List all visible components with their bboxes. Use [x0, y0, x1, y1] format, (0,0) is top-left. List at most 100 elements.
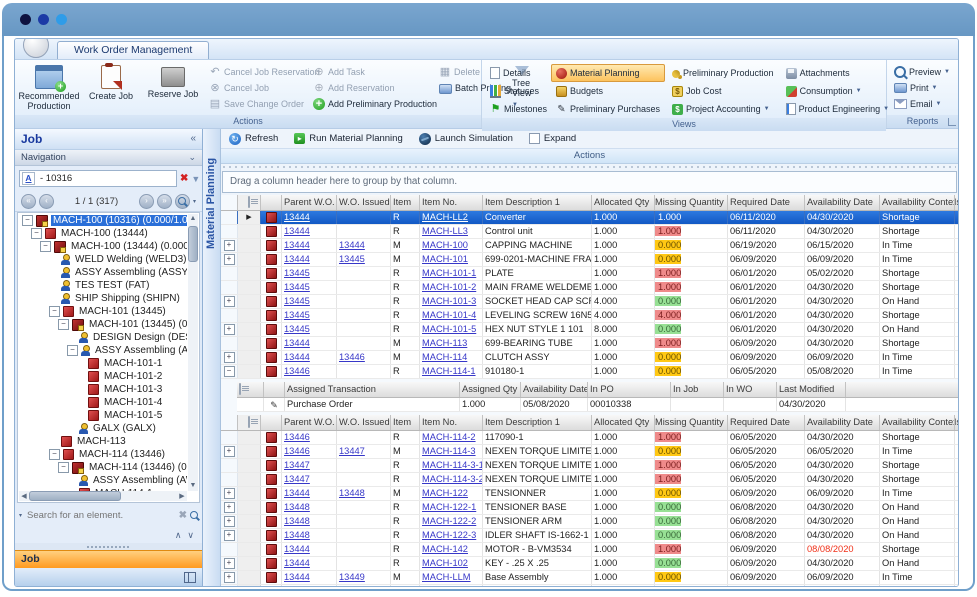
grid-row[interactable]: +1344413448MMACH-122TENSIONNER1.0000.000… — [221, 487, 958, 501]
parent-wo-link[interactable]: 13444 — [284, 240, 310, 250]
row-expander[interactable]: + — [224, 572, 235, 583]
column-header-availability-contex[interactable]: Availability Contex — [880, 195, 955, 210]
consumption-button[interactable]: Consumption▼ — [781, 82, 889, 100]
row-expander[interactable]: + — [224, 446, 235, 457]
toolbar-splitter[interactable] — [223, 165, 956, 169]
parent-wo-link[interactable]: 13444 — [284, 544, 310, 554]
parent-wo-link[interactable]: 13444 — [284, 212, 310, 222]
parent-wo-link[interactable]: 13445 — [284, 296, 310, 306]
tree-item[interactable]: −MACH-114 (13446) (0.000/1.000) — [19, 461, 187, 474]
grid-selector-icon[interactable] — [248, 416, 250, 428]
grid-row[interactable]: −13446RMACH-114-1910180-11.0000.00006/05… — [221, 365, 958, 379]
grid-row[interactable]: +13448RMACH-122-1TENSIONER BASE1.0000.00… — [221, 501, 958, 515]
attachments-button[interactable]: Attachments — [781, 64, 889, 82]
row-expander[interactable]: + — [224, 296, 235, 307]
column-header-item-no[interactable]: Item No. — [420, 415, 483, 430]
item-no-link[interactable]: MACH-101-3 — [422, 296, 476, 306]
column-header-is-preliminary[interactable]: Is Preliminary — [955, 415, 958, 430]
parent-wo-link[interactable]: 13448 — [284, 530, 310, 540]
parent-wo-link[interactable]: 13445 — [284, 324, 310, 334]
job-cost-button[interactable]: Job Cost — [667, 82, 779, 100]
column-header-in-wo[interactable]: In WO — [724, 382, 777, 397]
tree-vertical-scrollbar[interactable]: ▲ ▼ — [188, 214, 198, 491]
parent-wo-link[interactable]: 13447 — [284, 474, 310, 484]
item-no-link[interactable]: MACH-101-2 — [422, 282, 476, 292]
grid-row[interactable]: +1344613447MMACH-114-3NEXEN TORQUE LIMIT… — [221, 445, 958, 459]
item-no-link[interactable]: MACH-101-5 — [422, 324, 476, 334]
row-expander[interactable]: + — [224, 516, 235, 527]
parent-wo-link[interactable]: 13444 — [284, 254, 310, 264]
grid-row[interactable]: 13445RMACH-101-4LEVELING SCREW 16N51LP..… — [221, 309, 958, 323]
item-no-link[interactable]: MACH-102 — [422, 558, 468, 568]
item-no-link[interactable]: MACH-114-3-2 — [422, 474, 483, 484]
grid-row[interactable]: 13447RMACH-114-3-1NEXEN TORQUE LIMITER M… — [221, 459, 958, 473]
preview-button[interactable]: Preview▼ — [890, 64, 955, 80]
expand-checkbox[interactable]: Expand — [529, 133, 576, 144]
item-no-link[interactable]: MACH-122-2 — [422, 516, 476, 526]
wo-issued-link[interactable]: 13448 — [339, 488, 365, 498]
next-record-button[interactable]: › — [139, 194, 154, 209]
details-button[interactable]: Details — [485, 64, 549, 82]
column-header-assigned-transaction[interactable]: Assigned Transaction — [285, 382, 460, 397]
create-job-button[interactable]: Create Job — [80, 62, 142, 115]
grid-selector-icon[interactable] — [239, 383, 241, 395]
grid-row[interactable]: 13449RMACH-LL1TENSIONER ARM1.0001.00006/… — [221, 585, 958, 586]
parent-wo-link[interactable]: 13445 — [284, 310, 310, 320]
grid-row[interactable]: +1344413445MMACH-101699-0201-MACHINE FRA… — [221, 253, 958, 267]
tree-item[interactable]: SHIP Shipping (SHIPN) — [19, 292, 187, 305]
row-expander[interactable]: + — [224, 352, 235, 363]
row-expander[interactable]: + — [224, 488, 235, 499]
save-change-order-button[interactable]: Save Change Order — [206, 96, 308, 112]
column-header-availability-date[interactable]: Availability Date — [805, 415, 880, 430]
tree-item[interactable]: MACH-113 — [19, 435, 187, 448]
item-no-link[interactable]: MACH-114-3-1 — [422, 460, 483, 470]
material-planning-button[interactable]: Material Planning — [551, 64, 665, 82]
job-panel-tab[interactable]: Job — [15, 550, 202, 568]
column-header-in-po[interactable]: In PO — [588, 382, 671, 397]
parent-wo-link[interactable]: 13444 — [284, 352, 310, 362]
grid-row[interactable]: +1344413446MMACH-114CLUTCH ASSY1.0000.00… — [221, 351, 958, 365]
column-header-assigned-qty[interactable]: Assigned Qty — [460, 382, 521, 397]
column-header-parent-w-o[interactable]: Parent W.O. — [282, 195, 337, 210]
grid-row[interactable]: +13448RMACH-122-3IDLER SHAFT IS-1662-11.… — [221, 529, 958, 543]
grid-row[interactable]: 13445RMACH-101-2MAIN FRAME WELDEMENT1.00… — [221, 281, 958, 295]
item-no-link[interactable]: MACH-100 — [422, 240, 468, 250]
scroll-down-icon[interactable]: ▼ — [190, 481, 197, 491]
milestones-button[interactable]: Milestones — [485, 100, 549, 118]
column-header-item-description-1[interactable]: Item Description 1 — [483, 415, 592, 430]
refresh-button[interactable]: ↻ Refresh — [229, 133, 278, 145]
reserve-job-button[interactable]: Reserve Job — [142, 62, 204, 115]
parent-wo-link[interactable]: 13444 — [284, 338, 310, 348]
launch-simulation-button[interactable]: Launch Simulation — [419, 133, 513, 145]
titlebar-dot-1-icon[interactable] — [20, 14, 31, 25]
find-next-icon[interactable]: ∨ — [187, 530, 194, 541]
grid-row[interactable]: 13445RMACH-101-1PLATE1.0001.00006/01/202… — [221, 267, 958, 281]
element-search-icon[interactable] — [190, 511, 198, 519]
column-header-required-date[interactable]: Required Date — [728, 195, 805, 210]
tree-item[interactable]: ASSY Assembling (AWAS) — [19, 474, 187, 487]
row-expander[interactable]: + — [224, 530, 235, 541]
filter-icon[interactable]: ▼ — [191, 174, 200, 184]
parent-wo-link[interactable]: 13447 — [284, 460, 310, 470]
grid-row[interactable]: ▶13444RMACH-LL2Converter1.0001.00006/11/… — [221, 211, 958, 225]
wo-issued-link[interactable]: 13444 — [339, 240, 365, 250]
row-expander[interactable]: + — [224, 254, 235, 265]
previous-record-button[interactable]: ‹ — [39, 194, 54, 209]
add-task-button[interactable]: Add Task — [310, 64, 434, 80]
parent-wo-link[interactable]: 13446 — [284, 446, 310, 456]
tree-item[interactable]: MACH-101-2 — [19, 370, 187, 383]
grid-row[interactable]: 13444RMACH-142MOTOR - B-VM35341.0001.000… — [221, 543, 958, 557]
checkbox-icon[interactable] — [529, 133, 540, 144]
item-no-link[interactable]: MACH-101-4 — [422, 310, 476, 320]
wo-issued-link[interactable]: 13446 — [339, 352, 365, 362]
item-no-link[interactable]: MACH-LL3 — [422, 226, 468, 236]
cancel-job-reservation-button[interactable]: Cancel Job Reservation — [206, 64, 308, 80]
column-header-item[interactable]: Item — [391, 415, 420, 430]
tree-item[interactable]: DESIGN Design (DESIGN) — [19, 331, 187, 344]
tree-item[interactable]: −MACH-114 (13446) — [19, 448, 187, 461]
last-record-button[interactable]: » — [157, 194, 172, 209]
element-search-input[interactable] — [25, 509, 176, 522]
column-header-is-preliminary[interactable]: Is Preliminary — [955, 195, 958, 210]
scroll-left-icon[interactable]: ◀ — [19, 492, 29, 500]
column-header-item-description-1[interactable]: Item Description 1 — [483, 195, 592, 210]
